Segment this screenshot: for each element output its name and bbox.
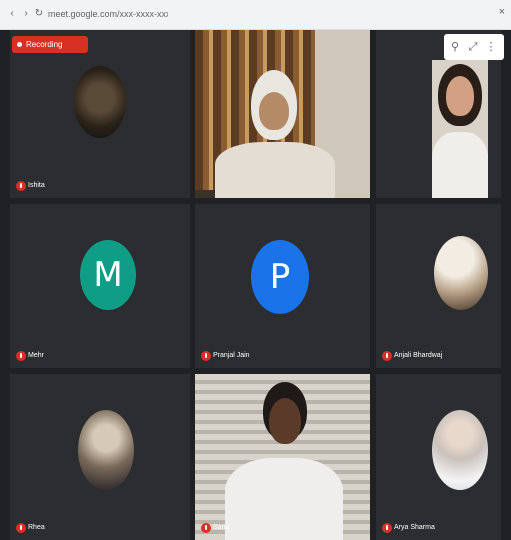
person-face [269,398,301,444]
forward-icon[interactable]: › [20,8,32,20]
participant-photo [78,410,134,490]
mic-off-icon [382,351,392,361]
mic-off-icon [201,523,211,533]
reload-icon[interactable]: ↻ [33,8,45,20]
more-icon[interactable]: ⋮ [484,40,498,54]
participant-tile[interactable]: Ishita [10,30,190,198]
record-icon [17,42,22,47]
mic-off-icon [382,523,392,533]
participant-photo [434,236,488,310]
tile-toolbar: ⚲ ⤢ ⋮ [444,34,504,60]
participant-tile[interactable]: M Mehr [10,204,190,368]
back-icon[interactable]: ‹ [6,8,18,20]
address-bar[interactable]: meet.google.com/xxx-xxxx-xxx [48,6,168,23]
person-face [446,76,474,116]
participant-tile[interactable]: Sana [195,374,370,540]
participant-photo [74,66,126,138]
participant-tile[interactable]: P Pranjal Jain [195,204,370,368]
person-body [215,142,335,198]
mic-off-icon [16,181,26,191]
participant-name: Sana [201,522,229,534]
participant-tile[interactable]: Rhea [10,374,190,540]
mic-off-icon [201,351,211,361]
avatar: P [251,240,309,314]
avatar: M [80,240,136,310]
participant-name: Ishita [16,180,45,192]
fullscreen-icon[interactable]: ⤢ [466,40,480,54]
participant-tile[interactable] [195,30,370,198]
person-face [259,92,289,130]
participant-video [432,60,488,198]
participant-name: Arya Sharma [382,522,435,534]
person-body [432,132,488,198]
mic-off-icon [16,523,26,533]
participant-tile[interactable]: Arya Sharma [376,374,501,540]
participant-name: Rhea [16,522,45,534]
participant-name: Pranjal Jain [201,350,250,362]
participant-photo [432,410,488,490]
participant-name: Mehr [16,350,44,362]
person-body [225,458,343,540]
mic-off-icon [16,351,26,361]
close-icon[interactable]: × [499,6,505,18]
participant-name: Anjali Bhardwaj [382,350,442,362]
recording-badge: Recording [12,36,88,53]
pin-icon[interactable]: ⚲ [448,40,462,54]
participant-tile[interactable]: Anjali Bhardwaj [376,204,501,368]
meeting-grid: Ishita M Mehr P Pranjal Jain Anjali Bhar… [0,30,511,540]
browser-toolbar: ‹ › ↻ meet.google.com/xxx-xxxx-xxx × [0,0,511,30]
